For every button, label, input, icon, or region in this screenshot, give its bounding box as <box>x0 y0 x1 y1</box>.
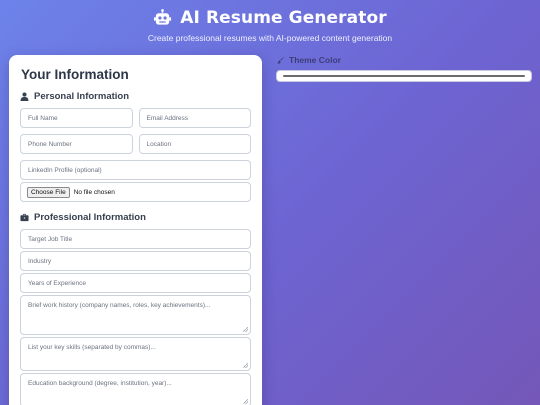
robot-icon <box>154 8 172 25</box>
linkedin-input[interactable]: LinkedIn Profile (optional) <box>20 160 251 180</box>
professional-info-heading: Professional Information <box>20 212 251 223</box>
industry-input[interactable]: Industry <box>20 251 251 271</box>
skills-textarea[interactable]: List your key skills (separated by comma… <box>20 337 251 371</box>
user-icon <box>20 92 29 101</box>
education-textarea[interactable]: Education background (degree, institutio… <box>20 373 251 405</box>
info-form-card: Your Information Personal Information Fu… <box>9 55 262 405</box>
file-status: No file chosen <box>73 188 115 196</box>
professional-info-heading-text: Professional Information <box>34 212 146 223</box>
email-input[interactable]: Email Address <box>138 108 251 128</box>
phone-input[interactable]: Phone Number <box>20 134 133 154</box>
personal-info-heading: Personal Information <box>20 91 251 102</box>
skills-placeholder: List your key skills (separated by comma… <box>28 344 156 351</box>
color-swatch <box>283 75 525 77</box>
work-history-placeholder: Brief work history (company names, roles… <box>28 302 211 309</box>
briefcase-icon <box>20 213 29 222</box>
resize-grip-icon[interactable] <box>243 327 248 332</box>
theme-color-panel: Theme Color <box>276 55 532 82</box>
resize-grip-icon[interactable] <box>243 363 248 368</box>
app-title-text: AI Resume Generator <box>180 8 387 28</box>
theme-color-picker[interactable] <box>276 70 532 82</box>
theme-color-label-text: Theme Color <box>289 55 341 65</box>
app-title: AI Resume Generator <box>0 8 540 28</box>
education-placeholder: Education background (degree, institutio… <box>28 380 172 387</box>
phone-location-row: Phone Number Location <box>20 134 251 154</box>
file-upload: Choose File No file chosen <box>20 182 251 202</box>
form-title: Your Information <box>21 67 129 82</box>
choose-file-button[interactable]: Choose File <box>27 186 70 198</box>
location-input[interactable]: Location <box>138 134 251 154</box>
experience-input[interactable]: Years of Experience <box>20 273 251 293</box>
paintbrush-icon <box>277 56 285 64</box>
name-email-row: Full Name Email Address <box>20 108 251 128</box>
full-name-input[interactable]: Full Name <box>20 108 133 128</box>
work-history-textarea[interactable]: Brief work history (company names, roles… <box>20 295 251 335</box>
theme-color-label: Theme Color <box>277 55 532 65</box>
app-subtitle: Create professional resumes with AI-powe… <box>147 33 393 43</box>
personal-info-heading-text: Personal Information <box>34 91 130 102</box>
job-title-input[interactable]: Target Job Title <box>20 229 251 249</box>
resize-grip-icon[interactable] <box>243 399 248 404</box>
app-header: AI Resume Generator Create professional … <box>0 0 540 43</box>
